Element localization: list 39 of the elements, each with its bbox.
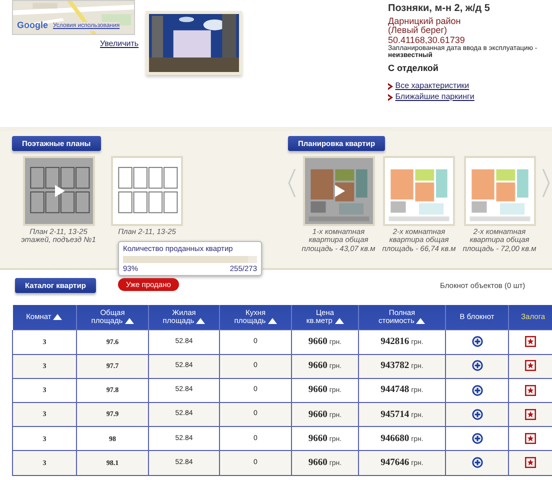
table-cell: 9660 [308, 336, 328, 347]
district-text: Дарницкий район [388, 16, 462, 26]
bank-text: (Левый берег) [388, 26, 448, 36]
coordinates-text: 50.41168,30.61739 [388, 36, 466, 45]
star-icon[interactable] [525, 384, 536, 396]
table-cell: 947646 [380, 458, 410, 468]
sort-icon [268, 318, 277, 324]
add-icon[interactable] [472, 457, 482, 468]
sort-icon [334, 318, 344, 324]
table-cell: 9660 [308, 385, 328, 396]
star-icon[interactable] [525, 432, 536, 444]
zoom-link[interactable]: Увеличить [100, 38, 139, 50]
map-logo: Google [17, 18, 48, 32]
sort-icon [124, 318, 134, 324]
table-cell: 9660 [308, 361, 328, 372]
finish-text: С отделкой [388, 64, 440, 74]
star-icon[interactable] [525, 336, 536, 348]
table-cell: 943782 [380, 361, 410, 372]
info-link[interactable]: Все характеристики [395, 82, 470, 91]
table-cell: 945714 [380, 410, 410, 420]
star-icon[interactable] [525, 457, 536, 468]
add-icon[interactable] [472, 336, 482, 348]
star-icon[interactable] [525, 360, 536, 372]
sort-icon [416, 318, 426, 324]
add-icon[interactable] [472, 408, 482, 420]
add-icon[interactable] [472, 384, 482, 396]
star-icon[interactable] [525, 408, 536, 420]
add-icon[interactable] [472, 432, 482, 444]
sort-icon [53, 314, 62, 320]
add-icon[interactable] [472, 360, 482, 372]
table-cell: 946680 [380, 434, 410, 444]
table-cell: 9660 [308, 434, 328, 444]
sort-icon [196, 318, 206, 324]
table-cell: 9660 [308, 458, 328, 468]
table-cell: 944748 [380, 385, 410, 396]
table-cell: 942816 [380, 336, 410, 347]
info-link[interactable]: Ближайшие паркинги [395, 92, 474, 102]
table-cell: 9660 [308, 410, 328, 420]
building-title: Позняки, м-н 2, ж/д 5 [388, 4, 491, 14]
